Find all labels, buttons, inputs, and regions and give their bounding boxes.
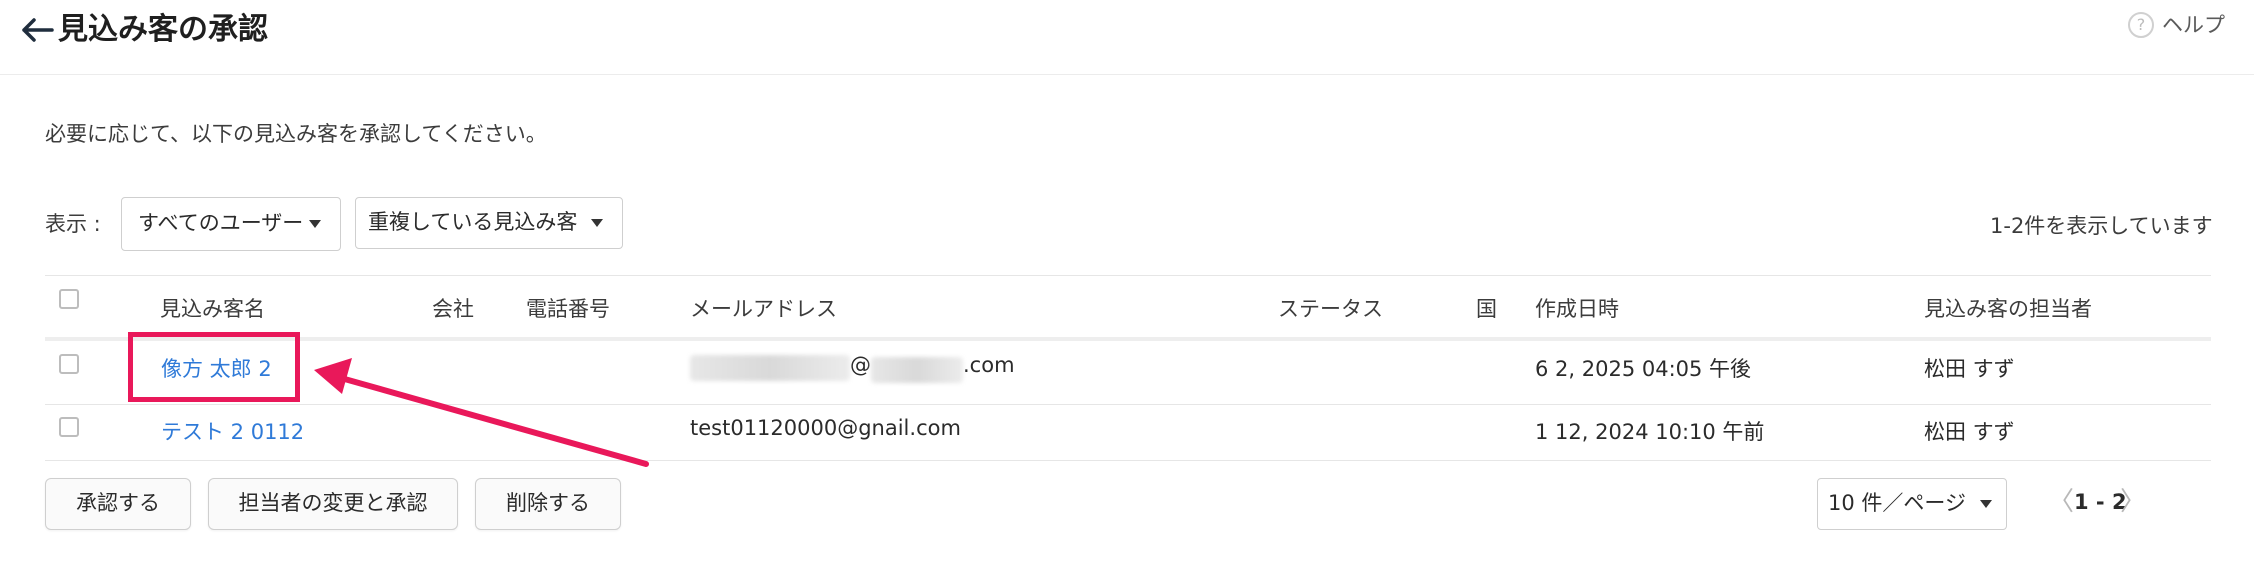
user-filter-value: すべてのユーザー xyxy=(138,211,304,235)
result-count: 1-2件を表示しています xyxy=(1990,214,2213,238)
annotation-highlight-box xyxy=(128,332,300,402)
redacted-email-local xyxy=(690,355,850,381)
column-header-country[interactable]: 国 xyxy=(1476,293,1497,325)
column-header-status[interactable]: ステータス xyxy=(1278,293,1383,325)
column-header-owner[interactable]: 見込み客の担当者 xyxy=(1924,293,2092,325)
column-header-phone[interactable]: 電話番号 xyxy=(526,293,610,325)
help-icon[interactable]: ? xyxy=(2128,12,2154,38)
lead-name-link[interactable]: テスト 2 0112 xyxy=(161,416,304,448)
user-filter-dropdown[interactable]: すべてのユーザー xyxy=(121,197,341,251)
redacted-email-domain xyxy=(871,357,963,383)
column-header-name[interactable]: 見込み客名 xyxy=(160,293,265,325)
email-at-sign: @ xyxy=(850,353,871,377)
table-top-border xyxy=(45,275,2211,276)
back-arrow-icon[interactable] xyxy=(20,14,60,46)
chevron-down-icon xyxy=(1979,500,1992,508)
column-header-company[interactable]: 会社 xyxy=(432,293,474,325)
help-link[interactable]: ヘルプ xyxy=(2162,8,2225,42)
chevron-right-icon[interactable]: 〉 xyxy=(2120,484,2146,520)
chevron-left-icon[interactable]: 〈 xyxy=(2048,484,2074,520)
created-datetime: 1 12, 2024 10:10 午前 xyxy=(1535,420,1765,444)
annotation-arrow-icon xyxy=(314,358,649,467)
row-checkbox[interactable] xyxy=(59,417,79,437)
chevron-down-icon xyxy=(309,220,322,228)
approve-button[interactable]: 承認する xyxy=(45,478,191,530)
table-header-divider xyxy=(45,337,2211,341)
delete-button[interactable]: 削除する xyxy=(475,478,621,530)
instruction-text: 必要に応じて、以下の見込み客を承認してください。 xyxy=(45,122,547,146)
column-header-email[interactable]: メールアドレス xyxy=(690,293,837,325)
lead-owner: 松田 すず xyxy=(1924,357,2015,381)
lead-owner: 松田 すず xyxy=(1924,420,2015,444)
row-checkbox[interactable] xyxy=(59,354,79,374)
chevron-down-icon xyxy=(591,219,604,227)
duplicate-filter-value: 重複している見込み客 xyxy=(368,210,578,234)
email-address: test01120000@gnail.com xyxy=(690,416,961,440)
select-all-checkbox[interactable] xyxy=(59,289,79,309)
duplicate-filter-dropdown[interactable]: 重複している見込み客 xyxy=(355,197,623,249)
email-suffix: .com xyxy=(963,353,1015,377)
created-datetime: 6 2, 2025 04:05 午後 xyxy=(1535,357,1752,381)
change-owner-approve-button[interactable]: 担当者の変更と承認 xyxy=(208,478,458,530)
page-title: 見込み客の承認 xyxy=(58,12,268,47)
page-header xyxy=(0,0,2254,75)
page-size-select[interactable]: 10 件／ページ xyxy=(1817,478,2007,530)
display-label: 表示 : xyxy=(45,212,101,236)
column-header-created[interactable]: 作成日時 xyxy=(1535,293,1619,325)
page-size-value: 10 件／ページ xyxy=(1828,491,1966,515)
page-range: 1 - 2 xyxy=(2074,490,2127,514)
